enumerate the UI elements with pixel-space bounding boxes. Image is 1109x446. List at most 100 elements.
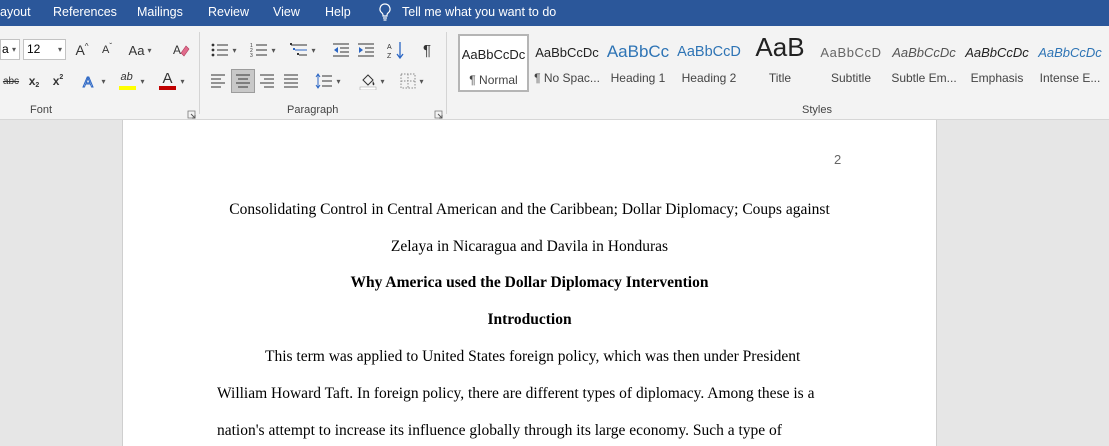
strikethrough-icon: abc [2, 75, 20, 87]
caret-down-icon: ˇ [109, 41, 112, 51]
bullets-button[interactable]: ▾ [207, 39, 241, 61]
font-size-value: 12 [27, 42, 41, 56]
svg-text:3: 3 [250, 53, 253, 58]
show-formatting-marks-button[interactable]: ¶ [416, 39, 438, 61]
style-sample: AaBbCcDc [1038, 45, 1102, 60]
text-effects-icon: A [82, 73, 98, 90]
tab-help[interactable]: Help [325, 5, 351, 19]
highlight-color-bar [119, 86, 137, 90]
page-number: 2 [834, 152, 842, 167]
chevron-down-icon: ▾ [101, 76, 106, 86]
change-case-icon: Aa [128, 42, 145, 58]
align-right-button[interactable] [256, 70, 278, 92]
style-name: Title [768, 71, 792, 85]
style-emphasis[interactable]: AaBbCcDc Emphasis [962, 34, 1032, 92]
clear-formatting-button[interactable]: A [170, 39, 192, 61]
style-subtitle[interactable]: AaBbCcD Subtitle [817, 34, 885, 92]
clear-formatting-icon: A [172, 41, 190, 59]
change-case-button[interactable]: Aa ▾ [124, 40, 156, 60]
grow-font-icon: A [75, 42, 85, 58]
tell-me-box[interactable]: Tell me what you want to do [378, 3, 556, 21]
tab-mailings[interactable]: Mailings [137, 5, 183, 19]
chevron-down-icon: ▾ [232, 45, 237, 55]
decrease-indent-button[interactable] [330, 39, 352, 61]
shrink-font-button[interactable]: Aˇ [96, 40, 118, 60]
document-page[interactable]: 2 Consolidating Control in Central Ameri… [122, 120, 937, 446]
group-separator [199, 32, 200, 114]
borders-icon [400, 73, 416, 89]
highlight-button[interactable]: ab ▾ [115, 69, 149, 93]
chevron-down-icon: ▾ [11, 45, 16, 54]
style-name: Subtle Em... [891, 71, 957, 85]
sort-button[interactable]: AZ [385, 39, 407, 61]
svg-text:A: A [387, 44, 392, 51]
lightbulb-icon [378, 3, 392, 21]
strikethrough-button[interactable]: abc [0, 71, 22, 91]
svg-text:Z: Z [387, 53, 392, 59]
font-dialog-launcher-icon[interactable] [187, 106, 196, 119]
style-sample: AaBbCcDc [892, 45, 956, 60]
increase-indent-button[interactable] [355, 39, 377, 61]
font-color-label: A [162, 70, 173, 87]
font-group-label: Font [30, 104, 53, 116]
style-normal[interactable]: AaBbCcDc ¶ Normal [458, 34, 529, 92]
style-name: Emphasis [970, 71, 1024, 85]
borders-button[interactable]: ▾ [395, 70, 429, 92]
paragraph-dialog-launcher-icon[interactable] [434, 106, 443, 119]
subscript-icon: x [28, 74, 36, 88]
align-center-icon [235, 74, 251, 88]
multilevel-list-button[interactable]: ▾ [286, 39, 320, 61]
highlighter-icon: ab [119, 71, 137, 91]
chevron-down-icon: ▾ [380, 76, 385, 86]
text-effects-button[interactable]: A ▾ [80, 70, 108, 92]
tell-me-label: Tell me what you want to do [402, 5, 557, 19]
chevron-down-icon: ▾ [419, 76, 424, 86]
font-color-button[interactable]: A ▾ [155, 69, 189, 93]
increase-indent-icon [357, 42, 375, 58]
grow-font-button[interactable]: A ^ [71, 40, 93, 60]
tab-references[interactable]: References [53, 5, 117, 19]
caret-up-icon: ^ [84, 41, 89, 51]
decrease-indent-icon [332, 42, 350, 58]
chevron-down-icon: ▾ [57, 45, 62, 54]
style-heading-1[interactable]: AaBbCc Heading 1 [604, 34, 672, 92]
style-name: Heading 1 [610, 71, 666, 85]
align-left-icon [210, 74, 226, 88]
document-heading: Why America used the Dollar Diplomacy In… [350, 274, 709, 291]
shading-button[interactable]: ▾ [355, 70, 389, 92]
font-size-box[interactable]: 12 ▾ [23, 39, 66, 60]
style-no-spacing[interactable]: AaBbCcDc ¶ No Spac... [533, 34, 601, 92]
justify-button[interactable] [280, 70, 302, 92]
chevron-down-icon: ▾ [180, 76, 185, 86]
font-color-bar [159, 86, 177, 90]
superscript-button[interactable]: x2 [48, 71, 68, 91]
style-heading-2[interactable]: AaBbCcD Heading 2 [676, 34, 742, 92]
numbering-button[interactable]: 123 ▾ [246, 39, 280, 61]
align-center-button[interactable] [231, 69, 255, 93]
subscript-mark: 2 [35, 81, 40, 89]
menu-bar: ayout References Mailings Review View He… [0, 0, 1109, 26]
tab-view[interactable]: View [273, 5, 300, 19]
ribbon: a ▾ 12 ▾ A ^ Aˇ Aa ▾ A abc x2 x2 A ▾ ab ▾ [0, 26, 1109, 120]
superscript-mark: 2 [59, 73, 64, 81]
title-line-2: Zelaya in Nicaragua and Davila in Hondur… [390, 238, 669, 255]
line-spacing-button[interactable]: ▾ [311, 70, 345, 92]
align-left-button[interactable] [207, 70, 229, 92]
chevron-down-icon: ▾ [140, 76, 145, 86]
style-name: ¶ No Spac... [534, 71, 600, 85]
style-sample: AaBbCcDc [461, 47, 526, 62]
font-name-box[interactable]: a ▾ [0, 39, 20, 60]
subscript-button[interactable]: x2 [24, 71, 44, 91]
title-line-1: Consolidating Control in Central America… [229, 201, 830, 218]
style-subtle-emphasis[interactable]: AaBbCcDc Subtle Em... [889, 34, 959, 92]
style-sample: AaB [755, 34, 805, 62]
document-subheading: Introduction [487, 311, 572, 328]
style-intense-emphasis[interactable]: AaBbCcDc Intense E... [1035, 34, 1105, 92]
style-sample: AaBbCcD [677, 44, 741, 60]
style-name: ¶ Normal [469, 73, 518, 87]
style-title[interactable]: AaB Title [746, 34, 814, 92]
tab-layout[interactable]: ayout [0, 5, 31, 19]
style-sample: AaBbCcD [820, 45, 882, 60]
tab-review[interactable]: Review [208, 5, 249, 19]
paint-bucket-icon [359, 72, 377, 90]
